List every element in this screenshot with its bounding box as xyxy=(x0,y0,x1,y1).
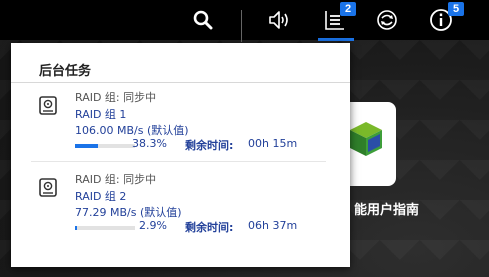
remaining-time-value: 00h 15m xyxy=(248,137,298,150)
progress-bar xyxy=(75,226,135,230)
toolbar-divider xyxy=(241,10,242,42)
remaining-time-label: 剩余时间: xyxy=(185,221,234,234)
task-percent: 2.9% xyxy=(139,219,167,232)
task-percent: 38.3% xyxy=(132,137,167,150)
sync-icon[interactable] xyxy=(370,4,404,36)
search-icon[interactable] xyxy=(186,4,220,36)
tasks-count-badge: 2 xyxy=(340,2,356,16)
task-name: RAID 组 1 xyxy=(75,108,127,121)
remaining-time-label: 剩余时间: xyxy=(185,139,234,152)
active-tab-indicator xyxy=(318,38,354,41)
task-speed[interactable]: 106.00 MB/s (默认值) xyxy=(75,122,189,138)
progress-bar xyxy=(75,144,135,148)
task-status: RAID 组: 同步中 xyxy=(75,91,157,104)
panel-divider xyxy=(11,82,350,83)
task-speed[interactable]: 77.29 MB/s (默认值) xyxy=(75,204,182,220)
task-item: RAID 组: 同步中 RAID 组 1 106.00 MB/s (默认值) 3… xyxy=(11,86,350,168)
hard-drive-icon xyxy=(39,96,57,115)
cube-icon xyxy=(350,122,382,156)
task-name: RAID 组 2 xyxy=(75,190,127,203)
task-status: RAID 组: 同步中 xyxy=(75,173,157,186)
hard-drive-icon xyxy=(39,178,57,197)
progress-fill xyxy=(75,226,78,230)
task-divider xyxy=(31,161,326,162)
remaining-time-value: 06h 37m xyxy=(248,219,298,232)
task-item: RAID 组: 同步中 RAID 组 2 77.29 MB/s (默认值) 2.… xyxy=(11,168,350,250)
top-bar: 2 5 xyxy=(0,0,489,42)
panel-title: 后台任务 xyxy=(39,64,92,79)
background-tasks-panel: 后台任务 RAID 组: 同步中 RAID 组 1 106.00 MB/s (默… xyxy=(11,43,350,267)
info-count-badge: 5 xyxy=(448,2,464,16)
volume-icon[interactable] xyxy=(263,4,297,36)
app-shortcut-label[interactable]: 能用户指南 xyxy=(354,199,419,218)
progress-fill xyxy=(75,144,98,148)
